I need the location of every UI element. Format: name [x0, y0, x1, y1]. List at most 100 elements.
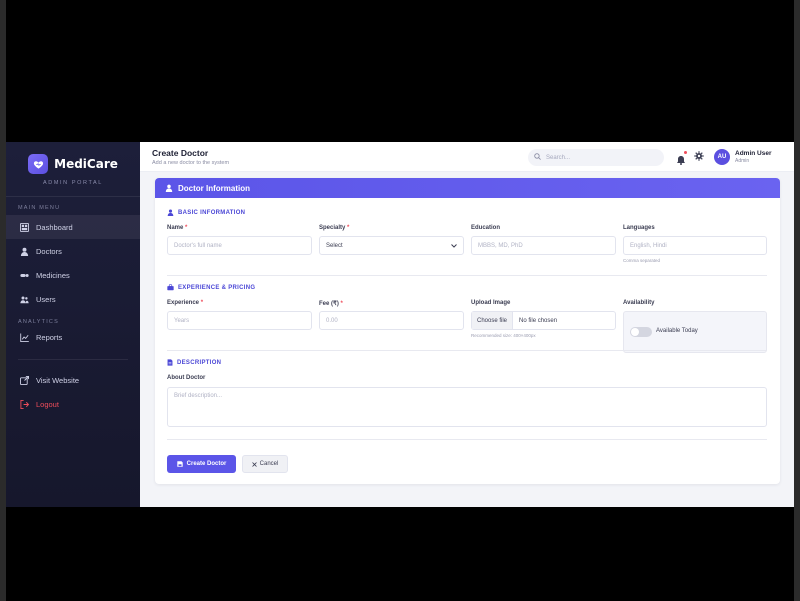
- about-placeholder: Brief description...: [174, 393, 223, 399]
- cancel-button[interactable]: Cancel: [242, 455, 288, 473]
- sidebar-item-doctors[interactable]: Doctors: [6, 239, 140, 263]
- card-header: Doctor Information: [155, 178, 780, 198]
- specialty-label-text: Specialty: [319, 225, 346, 231]
- available-today-toggle[interactable]: [630, 327, 652, 337]
- specialty-label: Specialty *: [319, 225, 349, 231]
- chart-line-icon: [20, 332, 29, 342]
- sidebar-item-label: Visit Website: [36, 375, 80, 385]
- brand[interactable]: MediCare: [6, 142, 140, 174]
- user-icon: [167, 209, 174, 216]
- create-button-label: Create Doctor: [186, 461, 227, 467]
- screen-frame: MediCare ADMIN PORTAL MAIN MENU Dashboar…: [0, 0, 800, 601]
- languages-label: Languages: [623, 225, 655, 231]
- specialty-select[interactable]: Select: [319, 236, 464, 255]
- analytics-label: ANALYTICS: [18, 319, 59, 325]
- users-icon: [20, 295, 29, 304]
- available-today-label: Available Today: [656, 328, 698, 334]
- dashboard-icon: [20, 222, 29, 232]
- sidebar-item-label: Users: [36, 294, 56, 304]
- required-mark: *: [185, 225, 188, 231]
- brand-subtitle: ADMIN PORTAL: [43, 180, 103, 186]
- sidebar-item-dashboard[interactable]: Dashboard: [6, 215, 140, 239]
- user-md-icon: [165, 184, 173, 192]
- notification-bell-icon[interactable]: [676, 151, 687, 165]
- fee-label-text: Fee (₹): [319, 301, 339, 307]
- section-divider: [167, 275, 767, 276]
- page-subtitle: Add a new doctor to the system: [152, 159, 230, 166]
- about-label: About Doctor: [167, 375, 206, 381]
- experience-label-text: Experience: [167, 300, 200, 306]
- save-icon: [176, 461, 183, 467]
- sidebar-item-medicines[interactable]: Medicines: [6, 263, 140, 287]
- education-field[interactable]: MBBS, MD, PhD: [471, 236, 616, 255]
- upload-label: Upload Image: [471, 300, 511, 306]
- sidebar-item-label: Medicines: [36, 270, 70, 280]
- specialty-value: Select: [326, 242, 343, 249]
- sidebar-item-users[interactable]: Users: [6, 287, 140, 311]
- external-link-icon: [20, 375, 29, 385]
- section-experience-pricing: EXPERIENCE & PRICING: [167, 284, 255, 291]
- required-mark: *: [200, 300, 204, 306]
- page-header: Create Doctor Add a new doctor to the sy…: [152, 148, 229, 166]
- sidebar-item-label: Logout: [36, 399, 59, 409]
- page-title: Create Doctor: [152, 147, 209, 158]
- sidebar-item-visit-website[interactable]: Visit Website: [6, 368, 140, 392]
- name-placeholder: Doctor's full name: [174, 242, 222, 249]
- topbar: Create Doctor Add a new doctor to the sy…: [140, 142, 794, 172]
- education-label: Education: [471, 225, 501, 231]
- main-content: Create Doctor Add a new doctor to the sy…: [140, 142, 794, 507]
- languages-hint: Comma separated: [623, 258, 661, 263]
- card-title: Doctor Information: [178, 183, 250, 193]
- sidebar-item-label: Doctors: [36, 246, 62, 256]
- name-label: Name *: [167, 225, 187, 231]
- sidebar-item-label: Reports: [36, 332, 63, 342]
- chevron-down-icon: [451, 243, 457, 248]
- availability-box: Available Today: [623, 311, 767, 353]
- section-title: EXPERIENCE & PRICING: [178, 284, 256, 291]
- search-icon: [534, 153, 541, 162]
- app-window: MediCare ADMIN PORTAL MAIN MENU Dashboar…: [6, 142, 794, 507]
- sidebar-item-label: Dashboard: [36, 222, 73, 232]
- section-divider: [167, 350, 767, 351]
- experience-label: Experience *: [167, 300, 203, 306]
- name-field[interactable]: Doctor's full name: [167, 236, 312, 255]
- section-description: DESCRIPTION: [167, 359, 221, 366]
- section-basic-info: BASIC INFORMATION: [167, 209, 245, 216]
- right-edge: [794, 0, 800, 601]
- create-doctor-button[interactable]: Create Doctor: [167, 455, 236, 473]
- experience-field[interactable]: Years: [167, 311, 312, 330]
- briefcase-icon: [167, 284, 174, 291]
- upload-hint: Recommended size: 400×400px: [471, 333, 536, 338]
- experience-placeholder: Years: [174, 317, 190, 324]
- pills-icon: [20, 271, 29, 280]
- user-role: Admin: [735, 158, 750, 164]
- sidebar-separator: [18, 359, 128, 360]
- user-menu[interactable]: Admin User Admin: [735, 150, 771, 164]
- section-title: BASIC INFORMATION: [178, 209, 246, 216]
- toggle-knob: [631, 328, 639, 336]
- languages-field[interactable]: English, Hindi: [623, 236, 767, 255]
- sidebar-item-logout[interactable]: Logout: [6, 392, 140, 416]
- gear-icon[interactable]: [694, 148, 704, 161]
- cancel-button-label: Cancel: [259, 461, 279, 467]
- upload-image-input[interactable]: Choose file No file chosen: [471, 311, 616, 330]
- search-placeholder: Search...: [546, 154, 571, 161]
- notification-dot: [684, 151, 687, 154]
- required-mark: *: [347, 225, 350, 231]
- user-name: Admin User: [735, 150, 772, 157]
- fee-field[interactable]: 0.00: [319, 311, 464, 330]
- languages-placeholder: English, Hindi: [630, 242, 667, 249]
- section-title: DESCRIPTION: [177, 359, 222, 366]
- choose-file-button[interactable]: Choose file: [472, 312, 514, 329]
- file-name: No file chosen: [519, 317, 558, 324]
- required-mark: *: [340, 301, 343, 307]
- heart-logo-icon: [28, 154, 49, 174]
- brand-name: MediCare: [54, 157, 118, 171]
- search-input[interactable]: Search...: [528, 149, 664, 166]
- fee-label: Fee (₹) *: [319, 300, 343, 307]
- fee-placeholder: 0.00: [326, 317, 338, 324]
- about-textarea[interactable]: Brief description...: [167, 387, 767, 427]
- main-menu-label: MAIN MENU: [18, 205, 61, 211]
- sidebar-item-reports[interactable]: Reports: [6, 325, 140, 349]
- avatar[interactable]: AU: [714, 149, 730, 165]
